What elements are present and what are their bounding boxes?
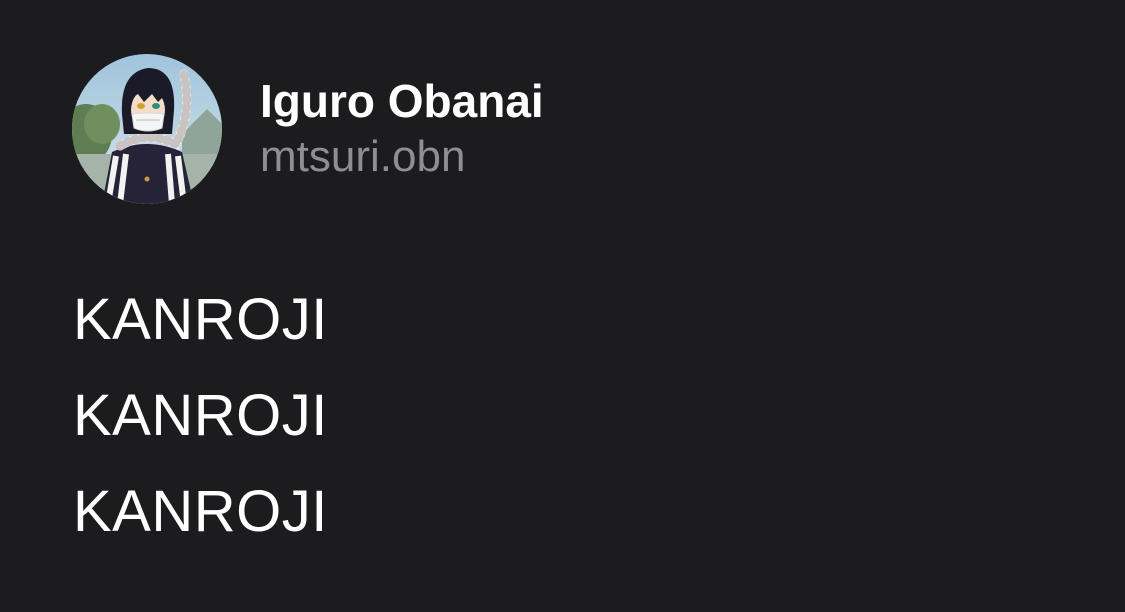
author-names: Iguro Obanai mtsuri.obn — [260, 73, 544, 185]
post-text-line: KANROJI — [73, 479, 328, 544]
post-body: KANROJI KANROJI KANROJI — [73, 272, 328, 560]
author-handle[interactable]: mtsuri.obn — [260, 129, 544, 185]
avatar-image — [72, 54, 222, 204]
post-header: Iguro Obanai mtsuri.obn — [72, 54, 544, 204]
post-text-line: KANROJI — [73, 287, 328, 352]
post-card: Iguro Obanai mtsuri.obn KANROJI KANROJI … — [0, 0, 1125, 612]
author-display-name[interactable]: Iguro Obanai — [260, 73, 544, 129]
avatar[interactable] — [72, 54, 222, 204]
post-text-line: KANROJI — [73, 383, 328, 448]
